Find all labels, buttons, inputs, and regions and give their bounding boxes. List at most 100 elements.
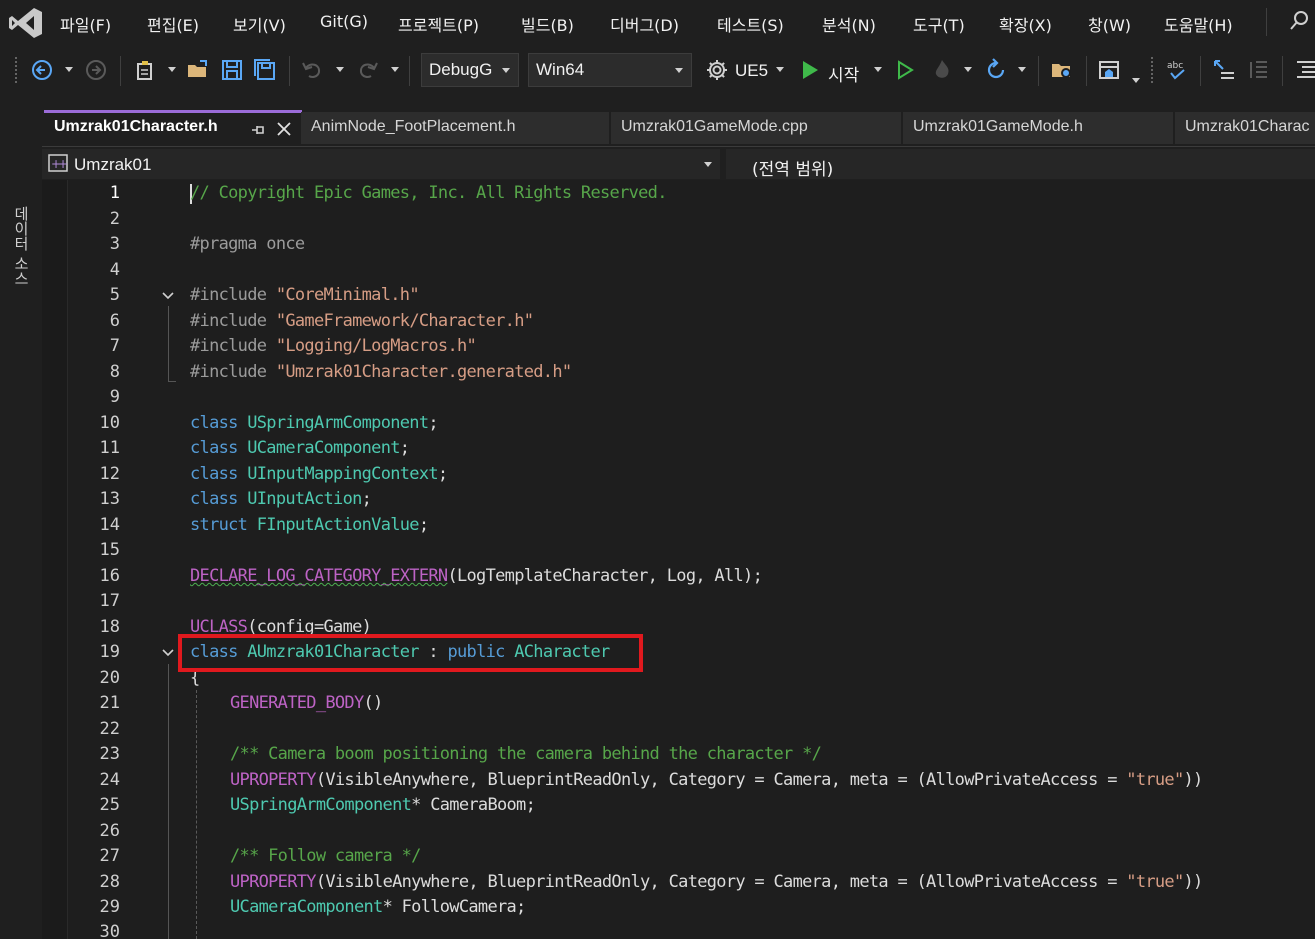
startup-target-label[interactable]: UE5 [735, 61, 768, 81]
keyword: class [190, 464, 248, 484]
navigate-back-icon[interactable] [30, 58, 54, 82]
format-selection-icon[interactable] [1212, 58, 1236, 82]
refresh-icon[interactable] [984, 58, 1008, 82]
code-line-24[interactable]: UPROPERTY(VisibleAnywhere, BlueprintRead… [230, 770, 1203, 790]
toolbar-grip[interactable] [1150, 56, 1154, 84]
code-text: (LogTemplateCharacter, Log, All); [447, 566, 763, 586]
menu-edit[interactable]: 편집(E) [147, 12, 199, 36]
code-line-23[interactable]: /** Camera boom positioning the camera b… [230, 744, 822, 764]
browser-link-icon[interactable] [1097, 58, 1121, 82]
code-line-27[interactable]: /** Follow camera */ [230, 846, 421, 866]
scope-label: (전역 범위) [752, 160, 834, 180]
code-line-25[interactable]: USpringArmComponent* CameraBoom; [230, 795, 536, 815]
menu-tools[interactable]: 도구(T) [913, 12, 965, 36]
menu-analyze[interactable]: 분석(N) [822, 12, 876, 36]
open-folder-icon[interactable] [186, 58, 210, 82]
code-line-8[interactable]: #include "Umzrak01Character.generated.h" [190, 362, 572, 382]
hot-reload-dropdown-caret[interactable] [964, 67, 972, 72]
data-sources-side-tab[interactable]: 데이터 소스 [8, 206, 32, 286]
menu-window[interactable]: 창(W) [1088, 12, 1131, 36]
code-line-5[interactable]: #include "CoreMinimal.h" [190, 285, 420, 305]
visual-studio-logo-icon[interactable] [8, 6, 44, 40]
redo-dropdown-caret[interactable] [391, 67, 399, 72]
code-line-21[interactable]: GENERATED_BODY() [230, 693, 383, 713]
comment-lines-icon[interactable] [1247, 58, 1271, 82]
toolbar-grip[interactable] [14, 56, 18, 84]
project-name: Umzrak01 [74, 155, 152, 174]
macro: GENERATED_BODY [230, 693, 364, 713]
hot-reload-flame-icon[interactable] [930, 58, 954, 82]
code-line-6[interactable]: #include "GameFramework/Character.h" [190, 311, 534, 331]
spell-check-icon[interactable]: abc [1165, 58, 1189, 82]
tab-animnode-footplacement-h[interactable]: AnimNode_FootPlacement.h [301, 112, 609, 144]
pin-icon[interactable] [250, 122, 266, 138]
tab-umzrak01character-h[interactable]: Umzrak01Character.h [44, 110, 302, 146]
toolbar-separator [1086, 56, 1087, 86]
new-item-icon[interactable] [133, 58, 157, 82]
platform-dropdown[interactable]: Win64 [528, 53, 692, 87]
line-number: 21 [99, 693, 120, 713]
close-icon[interactable] [276, 121, 292, 137]
line-number: 9 [109, 387, 120, 407]
tab-umzrak01gamemode-cpp[interactable]: Umzrak01GameMode.cpp [611, 112, 901, 144]
preprocessor: #include [190, 362, 276, 382]
find-in-folder-icon[interactable] [1050, 58, 1074, 82]
code-text: )) [1183, 872, 1204, 892]
collapse-chevron-icon[interactable] [161, 646, 175, 660]
menu-extensions[interactable]: 확장(X) [999, 12, 1052, 36]
refresh-dropdown-caret[interactable] [1018, 67, 1026, 72]
search-icon[interactable] [1288, 10, 1310, 32]
toolbar-separator [409, 56, 410, 86]
browser-dropdown-caret[interactable] [1132, 78, 1140, 83]
menu-help[interactable]: 도움말(H) [1164, 12, 1233, 36]
keyword: class [190, 489, 248, 509]
save-icon[interactable] [220, 58, 244, 82]
comment: /** Camera boom positioning the camera b… [230, 744, 822, 764]
undo-dropdown-caret[interactable] [336, 67, 344, 72]
fold-guide-end [168, 381, 176, 382]
code-line-11[interactable]: class UCameraComponent; [190, 438, 410, 458]
collapse-chevron-icon[interactable] [161, 289, 175, 303]
code-line-28[interactable]: UPROPERTY(VisibleAnywhere, BlueprintRead… [230, 872, 1203, 892]
menu-git[interactable]: Git(G) [320, 12, 368, 31]
code-line-29[interactable]: UCameraComponent* FollowCamera; [230, 897, 526, 917]
startup-target-dropdown-caret[interactable] [776, 67, 784, 72]
configuration-dropdown[interactable]: DebugG [421, 53, 519, 87]
save-all-icon[interactable] [253, 58, 277, 82]
start-without-debugging-icon[interactable] [893, 58, 917, 82]
back-dropdown-caret[interactable] [65, 67, 73, 72]
redo-icon[interactable] [356, 58, 380, 82]
menu-view[interactable]: 보기(V) [233, 12, 286, 36]
start-button-label[interactable]: 시작 [828, 61, 859, 86]
code-line-1[interactable]: // Copyright Epic Games, Inc. All Rights… [190, 183, 667, 203]
code-line-13[interactable]: class UInputAction; [190, 489, 372, 509]
tab-umzrak01character-cpp[interactable]: Umzrak01Charac [1175, 112, 1315, 144]
type-name: UInputAction [247, 489, 362, 509]
menu-build[interactable]: 빌드(B) [521, 12, 574, 36]
menu-file[interactable]: 파일(F) [60, 12, 111, 36]
tab-umzrak01gamemode-h[interactable]: Umzrak01GameMode.h [903, 112, 1173, 144]
menu-test[interactable]: 테스트(S) [717, 12, 784, 36]
chevron-down-icon [704, 162, 712, 167]
navigate-forward-icon[interactable] [84, 58, 108, 82]
code-line-12[interactable]: class UInputMappingContext; [190, 464, 448, 484]
outline-view-icon[interactable] [1293, 58, 1315, 82]
line-number: 8 [109, 362, 120, 382]
menu-debug[interactable]: 디버그(D) [610, 12, 679, 36]
start-debugging-play-icon[interactable] [798, 58, 822, 82]
code-line-14[interactable]: struct FInputActionValue; [190, 515, 429, 535]
project-dropdown[interactable]: + + Umzrak01 [42, 149, 720, 179]
code-line-16[interactable]: DECLARE_LOG_CATEGORY_EXTERN(LogTemplateC… [190, 566, 763, 586]
code-line-10[interactable]: class USpringArmComponent; [190, 413, 439, 433]
code-line-7[interactable]: #include "Logging/LogMacros.h" [190, 336, 477, 356]
menu-project[interactable]: 프로젝트(P) [398, 12, 479, 36]
line-number: 12 [99, 464, 120, 484]
code-text: * CameraBoom; [411, 795, 536, 815]
line-number: 23 [99, 744, 120, 764]
start-dropdown-caret[interactable] [874, 67, 882, 72]
undo-icon[interactable] [300, 58, 324, 82]
new-item-dropdown-caret[interactable] [168, 67, 176, 72]
scope-dropdown[interactable]: (전역 범위) [726, 149, 1315, 180]
code-line-3[interactable]: #pragma once [190, 234, 305, 254]
gear-icon[interactable] [705, 58, 729, 82]
